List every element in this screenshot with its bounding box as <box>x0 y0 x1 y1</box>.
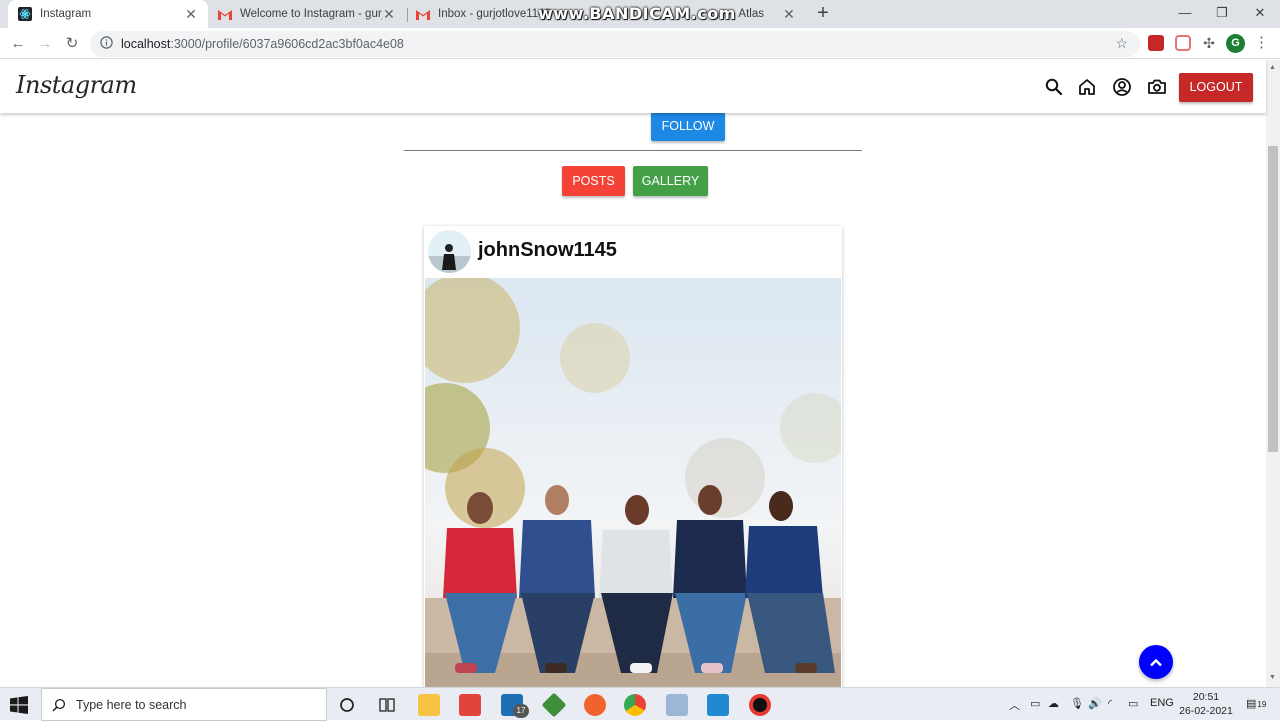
posts-button[interactable]: POSTS <box>562 166 625 196</box>
tray-network-icon[interactable]: ▭ <box>1030 697 1040 710</box>
post-author-username[interactable]: johnSnow1145 <box>478 239 617 262</box>
file-explorer-icon[interactable] <box>418 694 440 716</box>
chevron-up-icon <box>1150 658 1162 666</box>
gallery-button[interactable]: GALLERY <box>633 166 708 196</box>
close-tab-icon[interactable]: ✕ <box>382 6 396 23</box>
tab-separator <box>407 8 408 22</box>
tab-gmail-welcome[interactable]: Welcome to Instagram - gurjotlo ✕ <box>208 0 406 28</box>
task-view-icon[interactable] <box>376 694 398 716</box>
tray-overflow-icon[interactable]: ︿ <box>1009 697 1020 713</box>
bandicam-icon[interactable] <box>749 694 771 716</box>
logout-button[interactable]: LOGOUT <box>1179 73 1253 102</box>
new-tab-button[interactable]: + <box>812 2 834 24</box>
bookmark-star-icon[interactable]: ☆ <box>1115 35 1128 52</box>
page-scrollbar[interactable]: ▲ ▼ <box>1266 60 1280 687</box>
home-icon[interactable] <box>1077 77 1097 97</box>
browser-tab-strip: Instagram ✕ Welcome to Instagram - gurjo… <box>0 0 1280 28</box>
tab-title: Instagram <box>40 8 92 20</box>
gmail-icon <box>416 7 430 21</box>
back-icon[interactable]: ← <box>7 33 29 55</box>
tab-instagram[interactable]: Instagram ✕ <box>8 0 208 28</box>
nodejs-icon[interactable] <box>541 692 567 718</box>
url-path: :3000/profile/6037a9606cd2ac3bf0ac4e08 <box>170 37 404 51</box>
close-tab-icon[interactable]: ✕ <box>184 6 198 23</box>
profile-divider <box>404 150 862 151</box>
extension-icon[interactable] <box>1148 35 1164 51</box>
close-tab-icon[interactable]: ✕ <box>782 6 796 23</box>
minimize-button[interactable]: — <box>1167 0 1203 28</box>
postman-icon[interactable] <box>584 694 606 716</box>
taskbar-clock[interactable]: 20:51 26-02-2021 <box>1176 690 1236 718</box>
url-host: localhost <box>121 37 171 51</box>
windows-taskbar: Type here to search 17 ︿ ▭ ☁ 🎙 🔊 ◜ ▭ ENG… <box>0 687 1280 721</box>
search-icon[interactable] <box>1044 77 1064 97</box>
vscode-icon[interactable] <box>707 694 729 716</box>
post-photo[interactable] <box>424 273 842 687</box>
app-navbar: Instagram LOGOUT <box>0 60 1266 113</box>
extension-icon[interactable] <box>1175 35 1191 51</box>
tab-title: Welcome to Instagram - gurjotlo <box>240 8 382 20</box>
taskbar-search-box[interactable]: Type here to search <box>41 688 327 721</box>
gmail-icon <box>218 7 232 21</box>
browser-toolbar: ← → ↻ localhost:3000/profile/6037a9606cd… <box>0 28 1280 59</box>
tray-language[interactable]: ENG <box>1150 697 1174 709</box>
scroll-to-top-button[interactable] <box>1139 645 1173 679</box>
git-icon[interactable] <box>459 694 481 716</box>
tray-mic-icon[interactable]: 🎙 <box>1070 697 1084 710</box>
browser-profile-avatar[interactable]: G <box>1226 34 1245 53</box>
search-icon <box>52 698 66 712</box>
close-window-button[interactable]: ✕ <box>1242 0 1278 28</box>
scroll-thumb[interactable] <box>1268 146 1278 452</box>
url-text: localhost:3000/profile/6037a9606cd2ac3bf… <box>121 37 404 51</box>
forward-icon[interactable]: → <box>34 33 56 55</box>
restore-button[interactable]: ❐ <box>1204 0 1240 28</box>
tray-wifi-icon[interactable]: ◜ <box>1108 697 1112 710</box>
windows-start-icon[interactable] <box>10 696 28 714</box>
notification-center-icon[interactable]: ▤19 <box>1246 697 1266 710</box>
tray-volume-icon[interactable]: 🔊 <box>1088 697 1102 710</box>
profile-icon[interactable] <box>1112 77 1132 97</box>
camera-icon[interactable] <box>1147 77 1167 97</box>
app-icon[interactable] <box>666 694 688 716</box>
mail-badge: 17 <box>513 704 529 718</box>
instagram-logo[interactable]: Instagram <box>16 71 137 99</box>
extensions-puzzle-icon[interactable]: ✣ <box>1201 35 1217 51</box>
recording-watermark: www.BANDICAM.com <box>538 4 736 23</box>
post-author-avatar[interactable] <box>428 230 471 273</box>
address-bar[interactable]: localhost:3000/profile/6037a9606cd2ac3bf… <box>90 31 1140 57</box>
info-icon[interactable] <box>100 36 113 52</box>
mail-icon[interactable]: 17 <box>501 694 529 718</box>
scroll-up-arrow-icon[interactable]: ▲ <box>1269 64 1276 71</box>
clock-time: 20:51 <box>1192 691 1220 703</box>
tray-battery-icon[interactable]: ▭ <box>1128 697 1138 710</box>
clock-date: 26-02-2021 <box>1179 705 1233 717</box>
post-card: johnSnow1145 <box>424 226 842 687</box>
react-icon <box>18 7 32 21</box>
reload-icon[interactable]: ↻ <box>61 33 83 55</box>
tray-cloud-icon[interactable]: ☁ <box>1048 697 1059 710</box>
follow-button[interactable]: FOLLOW <box>651 112 725 141</box>
chrome-icon[interactable] <box>624 694 646 716</box>
taskbar-search-placeholder: Type here to search <box>76 697 187 712</box>
scroll-down-arrow-icon[interactable]: ▼ <box>1269 674 1276 681</box>
post-header: johnSnow1145 <box>424 226 842 277</box>
browser-menu-icon[interactable]: ⋮ <box>1254 33 1269 51</box>
notification-count: 19 <box>1257 700 1267 709</box>
cortana-icon[interactable] <box>336 694 358 716</box>
